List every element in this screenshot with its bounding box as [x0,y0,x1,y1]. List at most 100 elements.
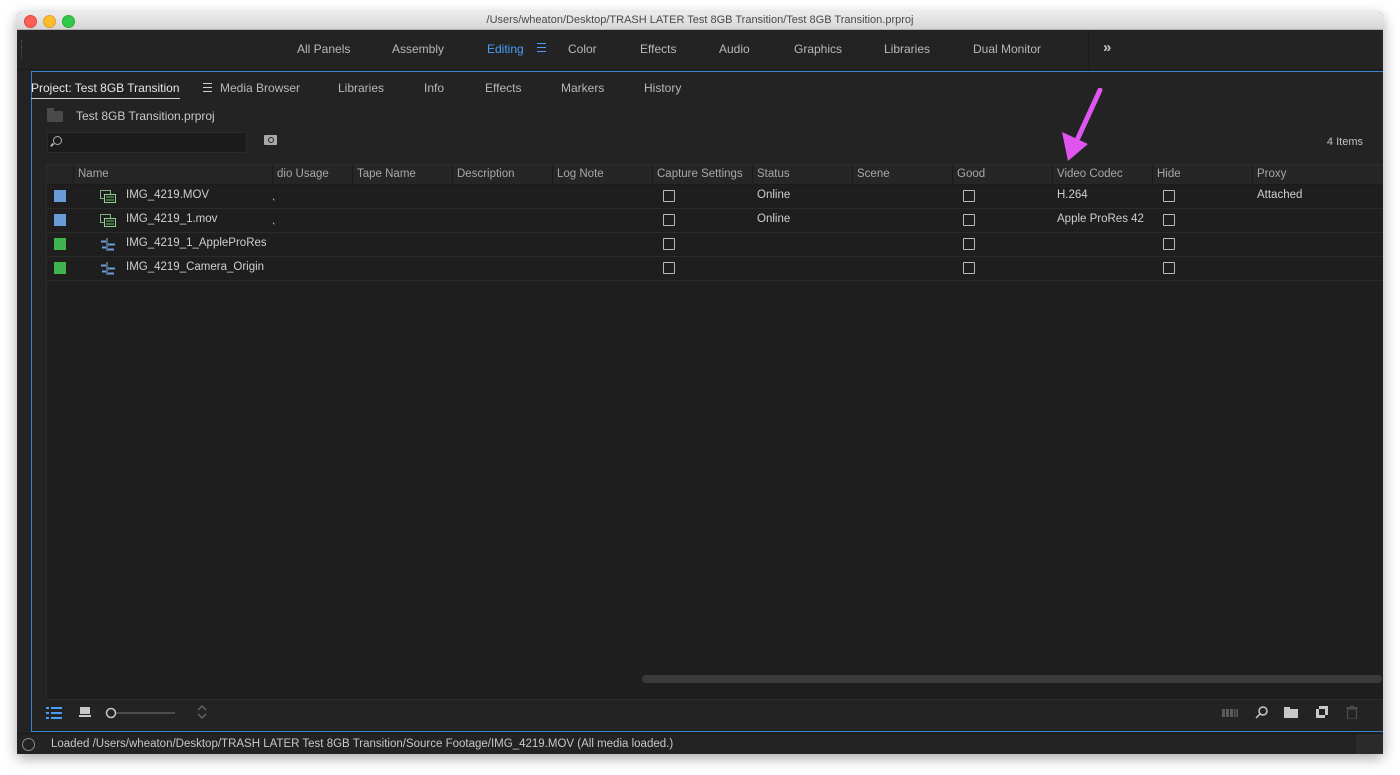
automate-to-sequence-icon[interactable] [1222,708,1238,718]
title-bar: /Users/wheaton/Desktop/TRASH LATER Test … [17,12,1383,30]
column-header-hide[interactable]: Hide [1152,165,1252,184]
panel-grip-icon[interactable] [21,40,24,58]
video-codec-value: H.264 [1057,189,1088,201]
good-checkbox[interactable] [963,262,975,274]
workspace-all-panels[interactable]: All Panels [297,42,350,56]
column-header-description[interactable]: Description [452,165,552,184]
label-color-swatch[interactable] [54,262,66,274]
workspace-color[interactable]: Color [568,42,597,56]
tab-markers[interactable]: Markers [561,81,604,95]
tab-history[interactable]: History [644,81,681,95]
workspace-audio[interactable]: Audio [719,42,750,56]
background-tasks-icon[interactable] [22,738,35,751]
column-header-row: Name dio Usage Tape Name Description Log… [47,165,1383,185]
column-header-good[interactable]: Good [952,165,1052,184]
hide-checkbox[interactable] [1163,262,1175,274]
annotation-arrow-icon [1062,88,1103,161]
workspace-overflow-icon[interactable]: » [1103,39,1111,56]
new-item-icon[interactable] [1316,706,1328,718]
tab-info[interactable]: Info [424,81,444,95]
workspace-graphics[interactable]: Graphics [794,42,842,56]
workspace-libraries[interactable]: Libraries [884,42,930,56]
status-value: Online [757,213,791,225]
capture-settings-checkbox[interactable] [663,262,675,274]
workspace-assembly[interactable]: Assembly [392,42,444,56]
label-color-swatch[interactable] [54,238,66,250]
clip-name[interactable]: IMG_4219_1.mov [126,213,266,225]
sequence-name[interactable]: IMG_4219_Camera_Origin [126,261,266,273]
workspace-effects[interactable]: Effects [640,42,676,56]
workspace-dual-monitor[interactable]: Dual Monitor [973,42,1041,56]
workspace-menu-icon[interactable] [537,43,546,52]
project-panel: Project: Test 8GB Transition Media Brows… [31,71,1383,732]
hide-checkbox[interactable] [1163,190,1175,202]
panel-menu-icon[interactable] [203,83,212,95]
video-clip-icon [100,214,116,227]
new-bin-icon[interactable] [1284,707,1298,718]
sequence-name[interactable]: IMG_4219_1_AppleProRes [126,237,266,249]
search-icon [53,136,62,145]
new-search-bin-icon[interactable] [264,135,277,145]
column-header-capture-settings[interactable]: Capture Settings [652,165,752,184]
panel-bottom-toolbar [32,698,1383,730]
sequence-icon [101,238,115,251]
label-color-swatch[interactable] [54,190,66,202]
table-row[interactable]: IMG_4219_Camera_Origin [47,257,1383,281]
horizontal-scrollbar[interactable] [642,675,1382,683]
hide-checkbox[interactable] [1163,214,1175,226]
video-clip-icon [100,190,116,203]
good-checkbox[interactable] [963,190,975,202]
column-header-audio-usage[interactable]: dio Usage [272,165,352,184]
panel-tabs: Project: Test 8GB Transition Media Brows… [31,72,1383,100]
project-file-name: Test 8GB Transition.prproj [76,109,215,123]
sequence-icon [101,262,115,275]
find-icon[interactable] [1255,706,1268,719]
capture-settings-checkbox[interactable] [663,238,675,250]
clip-name[interactable]: IMG_4219.MOV [126,189,266,201]
project-list-view: Name dio Usage Tape Name Description Log… [46,164,1383,700]
workspace-divider [1088,30,1089,69]
audio-usage-value: ˎ [272,213,276,225]
capture-settings-checkbox[interactable] [663,214,675,226]
tab-libraries[interactable]: Libraries [338,81,384,95]
tab-project[interactable]: Project: Test 8GB Transition [31,81,180,99]
workspace-editing[interactable]: Editing [487,42,524,56]
good-checkbox[interactable] [963,238,975,250]
table-row[interactable]: IMG_4219_1_AppleProRes [47,233,1383,257]
column-header-proxy[interactable]: Proxy [1252,165,1383,184]
tab-media-browser[interactable]: Media Browser [220,81,300,95]
table-row[interactable]: IMG_4219.MOV ˎ Online H.264 Attached [47,185,1383,209]
items-count: 4 Items [1326,136,1363,148]
column-header-tape-name[interactable]: Tape Name [352,165,452,184]
workspaces-bar: All Panels Assembly Editing Color Effect… [17,30,1383,70]
list-view-icon[interactable] [46,707,62,719]
hide-checkbox[interactable] [1163,238,1175,250]
project-path-row: Test 8GB Transition.prproj [32,106,1383,126]
resize-grip[interactable] [1356,734,1383,754]
column-header-log-note[interactable]: Log Note [552,165,652,184]
window-title: /Users/wheaton/Desktop/TRASH LATER Test … [486,14,914,26]
good-checkbox[interactable] [963,214,975,226]
column-header-scene[interactable]: Scene [852,165,952,184]
clear-trash-icon[interactable] [1346,706,1358,719]
sort-icon[interactable] [196,705,208,719]
zoom-slider[interactable] [105,706,177,720]
premiere-window: /Users/wheaton/Desktop/TRASH LATER Test … [17,12,1383,754]
search-input[interactable] [47,132,247,153]
column-header-name[interactable]: Name [73,165,272,184]
column-header-label[interactable] [47,165,73,184]
table-row[interactable]: IMG_4219_1.mov ˎ Online Apple ProRes 42 [47,209,1383,233]
status-value: Online [757,189,791,201]
column-header-status[interactable]: Status [752,165,852,184]
status-message: Loaded /Users/wheaton/Desktop/TRASH LATE… [51,738,674,750]
icon-view-icon[interactable] [79,707,91,718]
bin-folder-icon[interactable] [47,108,63,122]
column-header-video-codec[interactable]: Video Codec [1052,165,1152,184]
audio-usage-value: ˎ [272,189,276,201]
capture-settings-checkbox[interactable] [663,190,675,202]
label-color-swatch[interactable] [54,214,66,226]
tab-effects[interactable]: Effects [485,81,521,95]
video-codec-value: Apple ProRes 42 [1057,213,1144,225]
proxy-value: Attached [1257,189,1303,201]
status-bar: Loaded /Users/wheaton/Desktop/TRASH LATE… [17,733,1383,754]
